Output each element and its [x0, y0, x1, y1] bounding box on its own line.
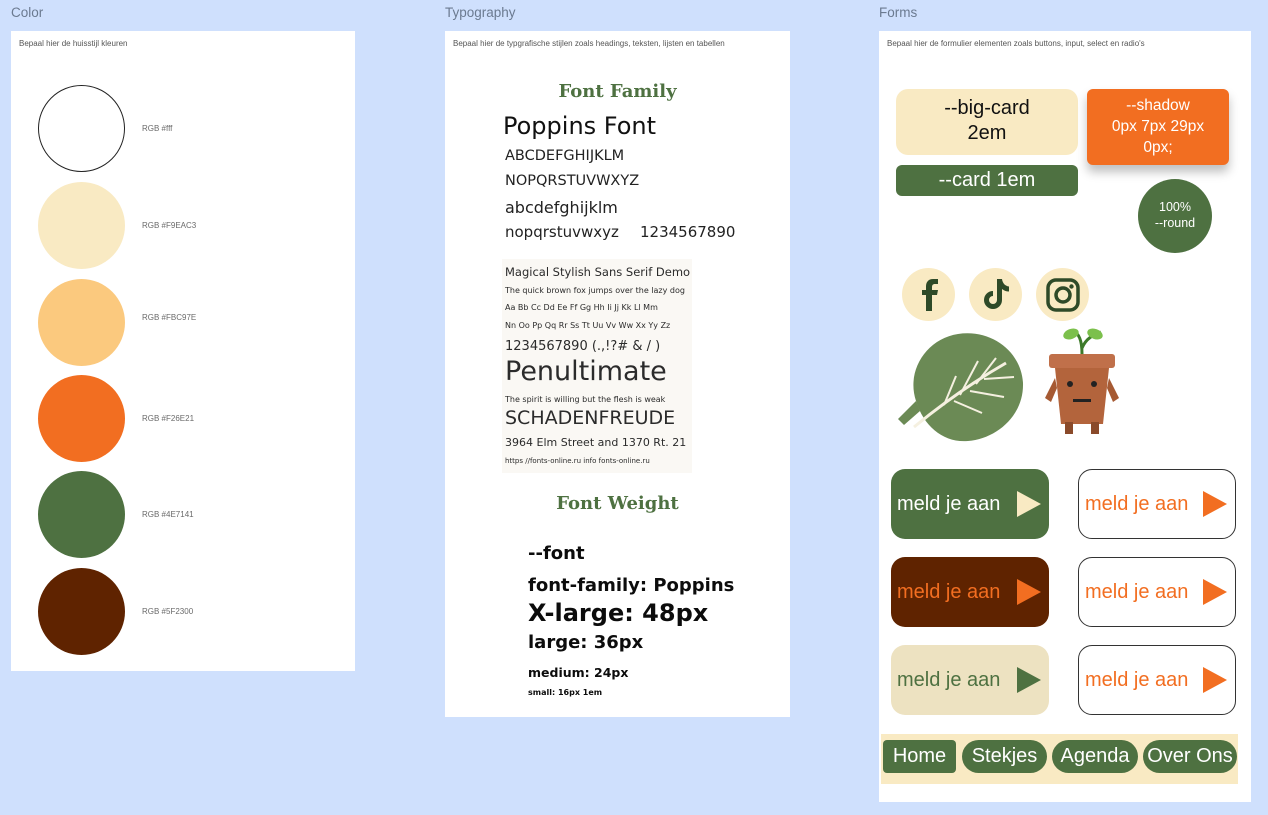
play-arrow-icon — [1017, 667, 1041, 693]
nav-item-stekjes[interactable]: Stekjes — [962, 740, 1047, 773]
specimen-phrase: The spirit is willing but the flesh is w… — [505, 395, 666, 404]
specimen-pairs: Aa Bb Cc Dd Ee Ff Gg Hh Ii Jj Kk Ll Mm — [505, 303, 658, 312]
cta-button-brown[interactable]: meld je aan — [891, 557, 1049, 627]
alphabet-uppercase-1: ABCDEFGHIJKLM — [505, 148, 625, 164]
frame-color: Bepaal hier de huisstijl kleuren RGB #ff… — [11, 31, 355, 671]
alphabet-uppercase-2: NOPQRSTUVWXYZ — [505, 173, 640, 189]
cta-button-green[interactable]: meld je aan — [891, 469, 1049, 539]
color-label: RGB #4E7141 — [142, 510, 194, 519]
specimen-address: 3964 Elm Street and 1370 Rt. 21 — [505, 436, 687, 449]
cta-label: meld je aan — [1085, 492, 1189, 515]
cta-label: meld je aan — [897, 580, 1001, 603]
play-arrow-icon — [1203, 579, 1227, 605]
frame-title-color[interactable]: Color — [11, 5, 43, 20]
nav-item-home[interactable]: Home — [883, 740, 956, 773]
color-swatch-green — [38, 471, 125, 558]
shadow-value: 0px 7px 29px — [1111, 118, 1205, 135]
shadow-sample: --shadow 0px 7px 29px 0px; — [1087, 89, 1229, 165]
font-size-large: large: 36px — [528, 632, 644, 653]
monstera-leaf-illustration — [898, 333, 1024, 442]
specimen-title: Magical Stylish Sans Serif Demo — [505, 265, 691, 279]
facebook-icon[interactable] — [902, 268, 955, 321]
cta-label: meld je aan — [1085, 668, 1189, 691]
color-label: RGB #F26E21 — [142, 414, 195, 423]
color-swatch-cream — [38, 182, 125, 269]
specimen-pangram: The quick brown fox jumps over the lazy … — [505, 286, 685, 295]
alphabet-lowercase-2: nopqrstuvwxyz — [505, 223, 619, 241]
alphabet-lowercase-1: abcdefghijklm — [505, 198, 618, 217]
play-arrow-icon — [1203, 667, 1227, 693]
font-size-xlarge: X-large: 48px — [528, 599, 709, 627]
nav-item-agenda[interactable]: Agenda — [1052, 740, 1138, 773]
play-arrow-icon — [1203, 491, 1227, 517]
color-label: RGB #F9EAC3 — [142, 221, 197, 230]
specimen-digits: 1234567890 (.,!?# & / ) — [505, 339, 661, 354]
round-label: --round — [1154, 216, 1196, 230]
frame-forms: Bepaal hier de formulier elementen zoals… — [879, 31, 1251, 802]
font-size-small: small: 16px 1em — [528, 688, 603, 697]
big-card-sample: --big-card 2em — [896, 89, 1078, 155]
font-family-heading: Font Family — [558, 81, 677, 102]
font-specimen-image: Magical Stylish Sans Serif Demo The quic… — [502, 259, 692, 473]
cta-label: meld je aan — [1085, 580, 1189, 603]
specimen-display: Penultimate — [505, 356, 667, 387]
frame-description: Bepaal hier de huisstijl kleuren — [19, 39, 128, 48]
nav-item-over-ons[interactable]: Over Ons — [1143, 740, 1237, 773]
color-swatch-orange — [38, 375, 125, 462]
shadow-label: --shadow — [1126, 97, 1190, 114]
play-arrow-icon — [1017, 491, 1041, 517]
instagram-icon[interactable] — [1036, 268, 1089, 321]
color-label: RGB #5F2300 — [142, 607, 194, 616]
cta-label: meld je aan — [897, 492, 1001, 515]
frame-title-forms[interactable]: Forms — [879, 5, 917, 20]
frame-title-typography[interactable]: Typography — [445, 5, 516, 20]
play-arrow-icon — [1017, 579, 1041, 605]
cta-button-outline[interactable]: meld je aan — [1078, 645, 1236, 715]
frame-typography: Bepaal hier de typgrafische stijlen zoal… — [445, 31, 790, 717]
cta-button-cream[interactable]: meld je aan — [891, 645, 1049, 715]
cta-label: meld je aan — [897, 668, 1001, 691]
color-swatch-light-orange — [38, 279, 125, 366]
cta-button-outline[interactable]: meld je aan — [1078, 469, 1236, 539]
specimen-caps: SCHADENFREUDE — [505, 407, 676, 429]
big-card-value: 2em — [967, 122, 1007, 144]
cta-button-outline[interactable]: meld je aan — [1078, 557, 1236, 627]
frame-description: Bepaal hier de typgrafische stijlen zoal… — [453, 39, 725, 48]
tiktok-icon[interactable] — [969, 268, 1022, 321]
round-sample: 100% --round — [1138, 179, 1212, 253]
plant-pot-mascot-illustration — [1045, 328, 1119, 434]
font-name: Poppins Font — [503, 112, 657, 140]
font-size-medium: medium: 24px — [528, 665, 629, 680]
font-weight-heading: Font Weight — [556, 493, 679, 514]
frame-description: Bepaal hier de formulier elementen zoals… — [887, 39, 1145, 48]
big-card-label: --big-card — [944, 97, 1030, 119]
color-swatch-white — [38, 85, 125, 172]
nav-bar: Home Stekjes Agenda Over Ons — [881, 734, 1238, 784]
shadow-value: 0px; — [1143, 139, 1173, 156]
color-label: RGB #fff — [142, 124, 173, 133]
color-label: RGB #FBC97E — [142, 313, 197, 322]
font-var: --font — [528, 543, 585, 564]
specimen-footer: https //fonts-online.ru info fonts-onlin… — [505, 457, 650, 465]
digits: 1234567890 — [640, 223, 736, 241]
color-swatch-brown — [38, 568, 125, 655]
card-sample: --card 1em — [896, 165, 1078, 196]
specimen-pairs: Nn Oo Pp Qq Rr Ss Tt Uu Vv Ww Xx Yy Zz — [505, 321, 671, 330]
round-value: 100% — [1159, 200, 1191, 214]
font-family-label: font-family: Poppins — [528, 575, 735, 596]
